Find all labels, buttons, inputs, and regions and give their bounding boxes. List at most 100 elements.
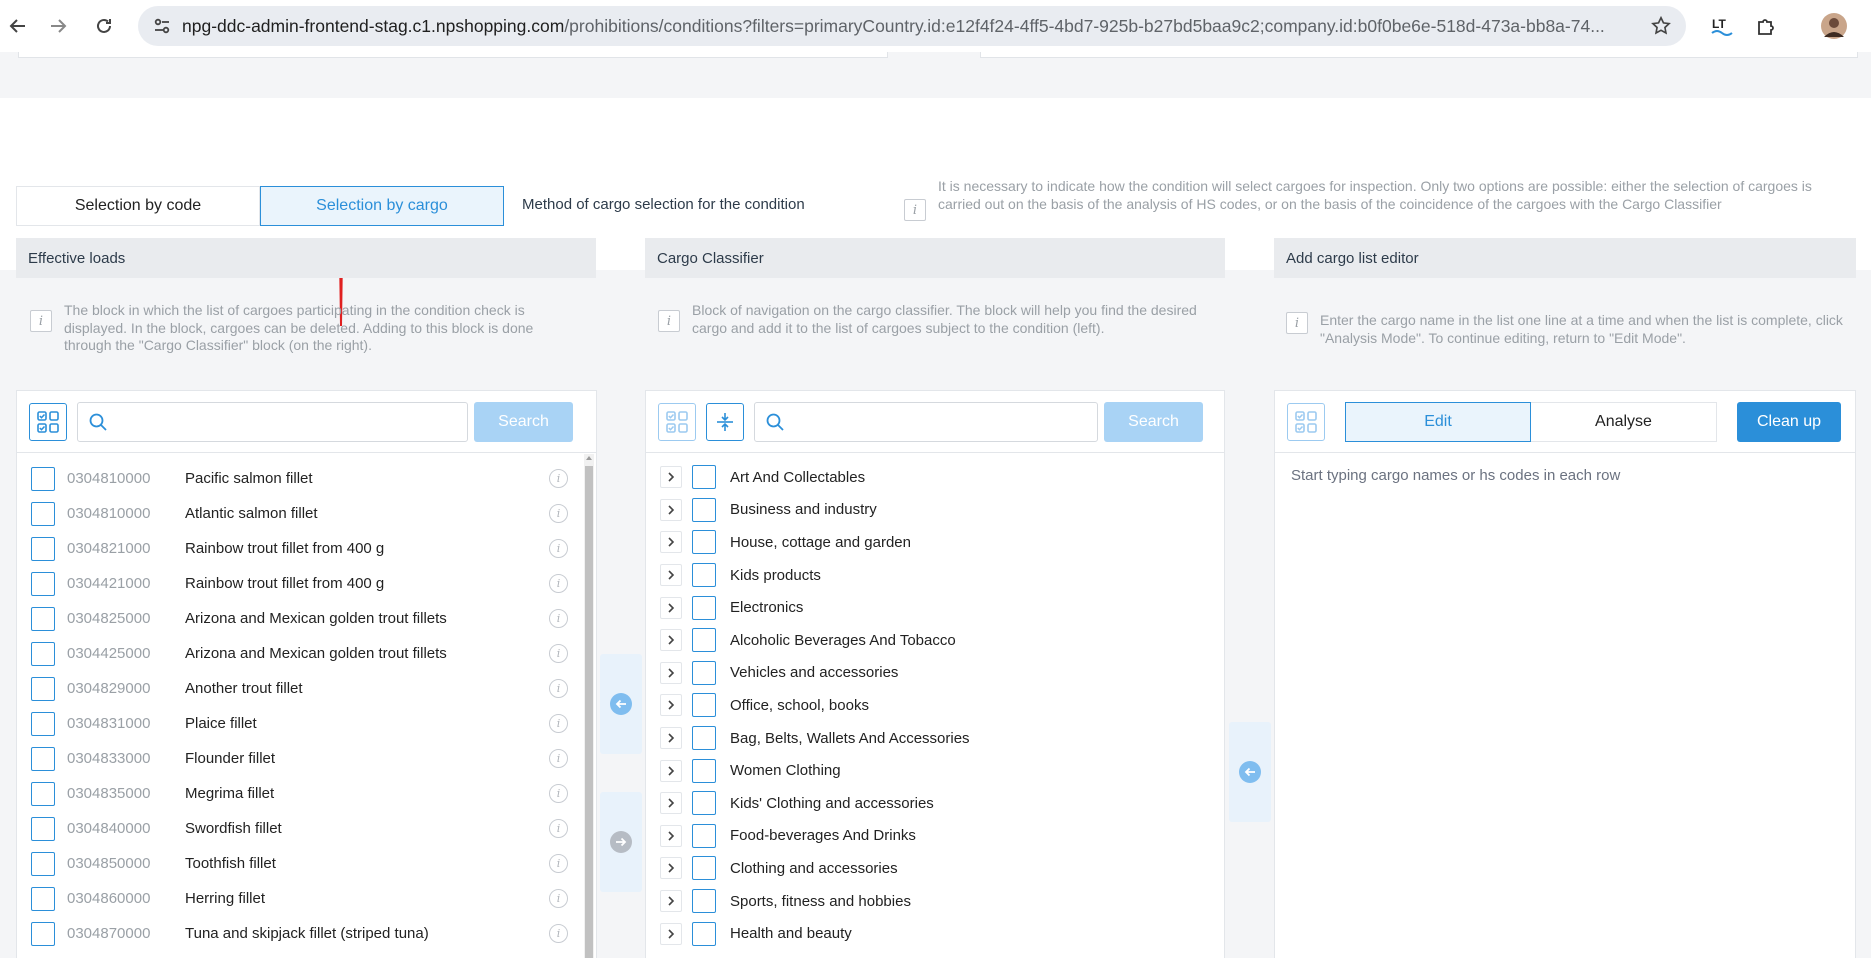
info-icon[interactable]: i xyxy=(549,504,568,523)
address-bar[interactable]: npg-ddc-admin-frontend-stag.c1.npshoppin… xyxy=(138,6,1686,46)
list-item[interactable]: 0304833000 Flounder fillet i xyxy=(17,741,596,776)
info-icon[interactable]: i xyxy=(549,889,568,908)
list-item[interactable]: 0304825000 Arizona and Mexican golden tro… xyxy=(17,601,596,636)
chevron-right-icon[interactable] xyxy=(660,922,682,945)
list-item[interactable]: 0304835000 Megrima fillet i xyxy=(17,776,596,811)
info-icon[interactable]: i xyxy=(549,539,568,558)
tree-item[interactable]: Office, school, books xyxy=(646,689,1224,722)
info-icon[interactable]: i xyxy=(549,854,568,873)
tree-item[interactable]: Food-beverages And Drinks xyxy=(646,820,1224,853)
row-checkbox[interactable] xyxy=(31,746,55,771)
tree-checkbox[interactable] xyxy=(692,530,716,555)
chevron-right-icon[interactable] xyxy=(660,824,682,847)
chevron-right-icon[interactable] xyxy=(660,792,682,815)
filter-field-right[interactable] xyxy=(980,52,1858,58)
info-icon[interactable]: i xyxy=(549,749,568,768)
tree-item[interactable]: Clothing and accessories xyxy=(646,852,1224,885)
effective-loads-search-input[interactable] xyxy=(114,403,467,440)
forward-icon[interactable] xyxy=(40,8,76,44)
selection-by-cargo-button[interactable]: Selection by cargo xyxy=(260,186,504,226)
extensions-puzzle-icon[interactable] xyxy=(1752,12,1780,40)
site-info-icon[interactable] xyxy=(142,6,182,46)
tree-checkbox[interactable] xyxy=(692,758,716,783)
info-icon[interactable]: i xyxy=(549,924,568,943)
chevron-right-icon[interactable] xyxy=(660,596,682,619)
effective-loads-scrollbar[interactable] xyxy=(584,454,594,958)
list-item[interactable]: 0304860000 Herring fillet i xyxy=(17,881,596,916)
select-all-icon[interactable] xyxy=(1287,402,1325,441)
tree-item[interactable]: Kids products xyxy=(646,559,1224,592)
row-checkbox[interactable] xyxy=(31,466,55,491)
row-checkbox[interactable] xyxy=(31,641,55,666)
effective-loads-search[interactable] xyxy=(77,401,468,442)
tree-checkbox[interactable] xyxy=(692,889,716,914)
info-icon[interactable]: i xyxy=(549,679,568,698)
list-item[interactable]: 0304840000 Swordfish fillet i xyxy=(17,811,596,846)
tree-item[interactable]: Health and beauty xyxy=(646,917,1224,950)
tree-item[interactable]: House, cottage and garden xyxy=(646,526,1224,559)
row-checkbox[interactable] xyxy=(31,781,55,806)
clean-up-button[interactable]: Clean up xyxy=(1737,401,1841,442)
list-item[interactable]: 0304821000 Rainbow trout fillet from 400 … xyxy=(17,531,596,566)
list-item[interactable]: 0304810000 Pacific salmon fillet i xyxy=(17,461,596,496)
list-item[interactable]: 0304850000 Toothfish fillet i xyxy=(17,846,596,881)
info-icon[interactable]: i xyxy=(549,819,568,838)
list-item[interactable]: 0304810000 Atlantic salmon fillet i xyxy=(17,496,596,531)
profile-avatar[interactable] xyxy=(1820,12,1848,40)
selection-by-code-button[interactable]: Selection by code xyxy=(16,186,260,226)
tree-checkbox[interactable] xyxy=(692,660,716,685)
info-icon[interactable]: i xyxy=(549,574,568,593)
tree-checkbox[interactable] xyxy=(692,497,716,522)
move-to-effective-button[interactable] xyxy=(600,654,642,754)
analyse-mode-tab[interactable]: Analyse xyxy=(1531,401,1717,442)
row-checkbox[interactable] xyxy=(31,501,55,526)
tree-item[interactable]: Business and industry xyxy=(646,494,1224,527)
classifier-search-input[interactable] xyxy=(791,403,1097,440)
tree-checkbox[interactable] xyxy=(692,595,716,620)
chevron-right-icon[interactable] xyxy=(660,890,682,913)
row-checkbox[interactable] xyxy=(31,886,55,911)
list-item[interactable]: 0304425000 Arizona and Mexican golden tro… xyxy=(17,636,596,671)
collapse-all-icon[interactable] xyxy=(706,402,744,441)
classifier-search[interactable] xyxy=(754,401,1098,442)
translate-extension-icon[interactable]: LT xyxy=(1708,12,1736,40)
info-icon[interactable]: i xyxy=(549,784,568,803)
edit-mode-tab[interactable]: Edit xyxy=(1345,401,1531,442)
tree-checkbox[interactable] xyxy=(692,628,716,653)
chevron-right-icon[interactable] xyxy=(660,531,682,554)
row-checkbox[interactable] xyxy=(31,571,55,596)
chevron-right-icon[interactable] xyxy=(660,857,682,880)
back-icon[interactable] xyxy=(0,8,36,44)
chevron-right-icon[interactable] xyxy=(660,466,682,489)
chevron-right-icon[interactable] xyxy=(660,727,682,750)
row-checkbox[interactable] xyxy=(31,816,55,841)
tree-item[interactable]: Bag, Belts, Wallets And Accessories xyxy=(646,722,1224,755)
tree-checkbox[interactable] xyxy=(692,726,716,751)
tree-checkbox[interactable] xyxy=(692,921,716,946)
chevron-right-icon[interactable] xyxy=(660,498,682,521)
move-to-classifier-button[interactable] xyxy=(600,792,642,892)
tree-item[interactable]: Sports, fitness and hobbies xyxy=(646,885,1224,918)
reload-icon[interactable] xyxy=(86,8,122,44)
select-all-icon[interactable] xyxy=(29,402,67,441)
add-from-editor-button[interactable] xyxy=(1229,722,1271,822)
tree-item[interactable]: Women Clothing xyxy=(646,754,1224,787)
tree-checkbox[interactable] xyxy=(692,791,716,816)
row-checkbox[interactable] xyxy=(31,676,55,701)
tree-item[interactable]: Vehicles and accessories xyxy=(646,657,1224,690)
row-checkbox[interactable] xyxy=(31,536,55,561)
row-checkbox[interactable] xyxy=(31,921,55,946)
bookmark-star-icon[interactable] xyxy=(1650,15,1672,37)
tree-item[interactable]: Alcoholic Beverages And Tobacco xyxy=(646,624,1224,657)
tree-checkbox[interactable] xyxy=(692,856,716,881)
info-icon[interactable]: i xyxy=(549,469,568,488)
tree-checkbox[interactable] xyxy=(692,465,716,490)
tree-checkbox[interactable] xyxy=(692,823,716,848)
tree-checkbox[interactable] xyxy=(692,693,716,718)
row-checkbox[interactable] xyxy=(31,711,55,736)
info-icon[interactable]: i xyxy=(549,609,568,628)
tree-checkbox[interactable] xyxy=(692,563,716,588)
list-item[interactable]: 0304870000 Tuna and skipjack fillet (stri… xyxy=(17,916,596,951)
chevron-right-icon[interactable] xyxy=(660,661,682,684)
classifier-search-button[interactable]: Search xyxy=(1104,401,1203,442)
